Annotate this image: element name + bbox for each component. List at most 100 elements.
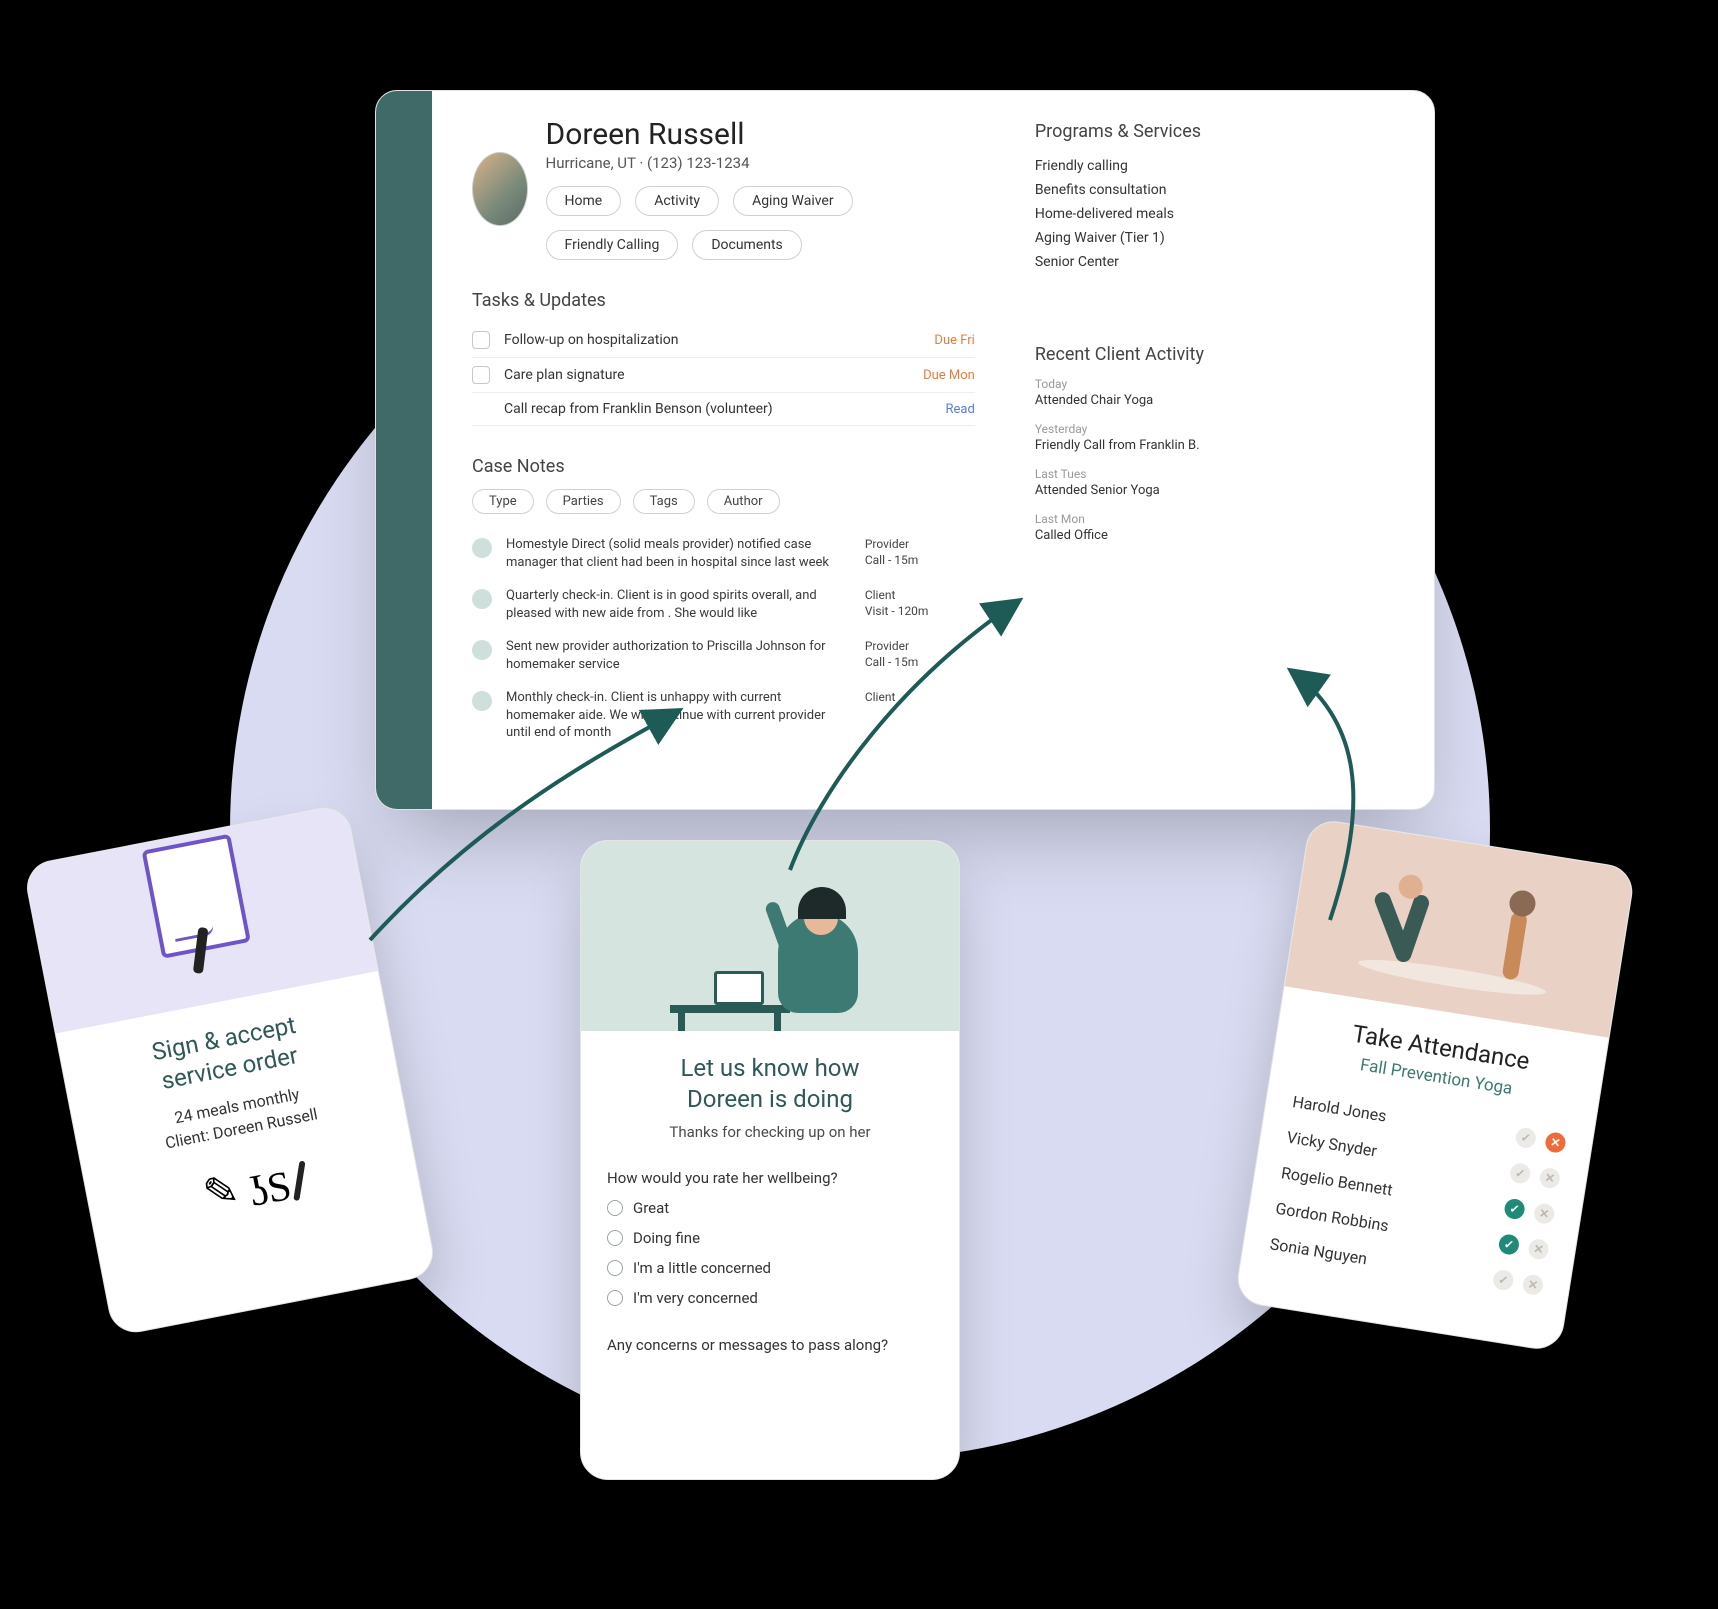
program-item[interactable]: Benefits consultation <box>1035 178 1394 202</box>
wellbeing-question: How would you rate her wellbeing? <box>607 1169 933 1187</box>
tab-documents[interactable]: Documents <box>692 230 801 260</box>
note-meta-duration: Call - 15m <box>865 654 975 670</box>
note-text: Monthly check-in. Client is unhappy with… <box>506 689 851 742</box>
note-text: Sent new provider authorization to Prisc… <box>506 638 851 673</box>
client-tabs: Home Activity Aging Waiver Friendly Call… <box>546 186 975 260</box>
program-item[interactable]: Home-delivered meals <box>1035 202 1394 226</box>
note-text: Homestyle Direct (solid meals provider) … <box>506 536 851 571</box>
option-doing-fine[interactable]: Doing fine <box>607 1229 933 1247</box>
note-meta-type: Client <box>865 689 975 705</box>
filter-tags[interactable]: Tags <box>633 489 695 514</box>
radio-icon[interactable] <box>607 1230 623 1246</box>
task-due: Due Mon <box>923 368 975 383</box>
wellbeing-feedback-card: Let us know how Doreen is doing Thanks f… <box>580 840 960 1480</box>
task-read-link[interactable]: Read <box>946 402 975 417</box>
recent-activity-item: Today Attended Chair Yoga <box>1035 377 1394 408</box>
tab-home[interactable]: Home <box>546 186 622 216</box>
attendee-name: Sonia Nguyen <box>1269 1234 1369 1268</box>
filter-author[interactable]: Author <box>707 489 780 514</box>
checkbox-icon[interactable] <box>472 331 490 349</box>
note-dot-icon <box>472 691 492 711</box>
option-label: Doing fine <box>633 1229 700 1247</box>
check-icon[interactable]: ✓ <box>1503 1198 1526 1221</box>
task-label: Care plan signature <box>504 367 909 383</box>
recent-when: Last Mon <box>1035 512 1394 526</box>
note-meta-type: Provider <box>865 536 975 552</box>
program-item[interactable]: Senior Center <box>1035 250 1394 274</box>
case-notes-heading: Case Notes <box>472 456 975 477</box>
client-avatar <box>472 152 528 226</box>
attendee-name: Vicky Snyder <box>1286 1127 1379 1160</box>
recent-what: Attended Chair Yoga <box>1035 393 1394 408</box>
client-name: Doreen Russell <box>546 117 975 152</box>
note-text: Quarterly check-in. Client is in good sp… <box>506 587 851 622</box>
check-icon[interactable]: ✓ <box>1514 1126 1537 1149</box>
client-dashboard: Doreen Russell Hurricane, UT · (123) 123… <box>375 90 1435 810</box>
feedback-subtitle: Thanks for checking up on her <box>607 1123 933 1141</box>
filter-type[interactable]: Type <box>472 489 534 514</box>
programs-list: Friendly calling Benefits consultation H… <box>1035 154 1394 274</box>
option-great[interactable]: Great <box>607 1199 933 1217</box>
recent-activity-item: Yesterday Friendly Call from Franklin B. <box>1035 422 1394 453</box>
feedback-hero-illustration <box>581 841 959 1031</box>
task-label: Follow-up on hospitalization <box>504 332 920 348</box>
client-location-phone: Hurricane, UT · (123) 123-1234 <box>546 154 975 172</box>
programs-heading: Programs & Services <box>1035 121 1394 142</box>
note-dot-icon <box>472 538 492 558</box>
note-meta-type: Provider <box>865 638 975 654</box>
x-icon[interactable]: ✕ <box>1527 1238 1550 1261</box>
recent-what: Called Office <box>1035 528 1394 543</box>
task-row[interactable]: Call recap from Franklin Benson (volunte… <box>472 393 975 426</box>
case-note-row[interactable]: Monthly check-in. Client is unhappy with… <box>472 681 975 750</box>
recent-what: Friendly Call from Franklin B. <box>1035 438 1394 453</box>
sidebar-strip <box>376 91 432 809</box>
check-icon[interactable]: ✓ <box>1509 1162 1532 1185</box>
case-note-row[interactable]: Homestyle Direct (solid meals provider) … <box>472 528 975 579</box>
radio-icon[interactable] <box>607 1200 623 1216</box>
task-label: Call recap from Franklin Benson (volunte… <box>504 401 932 417</box>
concerns-question: Any concerns or messages to pass along? <box>607 1335 933 1356</box>
recent-activity-heading: Recent Client Activity <box>1035 344 1394 365</box>
option-label: I'm very concerned <box>633 1289 758 1307</box>
x-icon[interactable]: ✕ <box>1533 1202 1556 1225</box>
feedback-title-line2: Doreen is doing <box>687 1085 853 1113</box>
tab-friendly-calling[interactable]: Friendly Calling <box>546 230 679 260</box>
recent-activity-item: Last Mon Called Office <box>1035 512 1394 543</box>
case-note-row[interactable]: Quarterly check-in. Client is in good sp… <box>472 579 975 630</box>
task-due: Due Fri <box>934 333 974 348</box>
note-dot-icon <box>472 640 492 660</box>
recent-activity-item: Last Tues Attended Senior Yoga <box>1035 467 1394 498</box>
check-icon[interactable]: ✓ <box>1492 1269 1515 1292</box>
task-row[interactable]: Care plan signature Due Mon <box>472 358 975 393</box>
recent-when: Yesterday <box>1035 422 1394 436</box>
note-meta-duration: Visit - 120m <box>865 603 975 619</box>
tab-activity[interactable]: Activity <box>635 186 719 216</box>
note-meta-duration: Call - 15m <box>865 552 975 568</box>
x-icon[interactable]: ✕ <box>1522 1273 1545 1296</box>
note-filters: Type Parties Tags Author <box>472 489 975 514</box>
case-note-row[interactable]: Sent new provider authorization to Prisc… <box>472 630 975 681</box>
filter-parties[interactable]: Parties <box>546 489 621 514</box>
note-dot-icon <box>472 589 492 609</box>
radio-icon[interactable] <box>607 1290 623 1306</box>
x-icon[interactable]: ✕ <box>1544 1131 1567 1154</box>
checkbox-icon[interactable] <box>472 366 490 384</box>
check-icon[interactable]: ✓ <box>1498 1233 1521 1256</box>
tab-aging-waiver[interactable]: Aging Waiver <box>733 186 853 216</box>
program-item[interactable]: Friendly calling <box>1035 154 1394 178</box>
option-label: Great <box>633 1199 669 1217</box>
attendee-name: Harold Jones <box>1291 1092 1388 1126</box>
recent-what: Attended Senior Yoga <box>1035 483 1394 498</box>
note-meta-type: Client <box>865 587 975 603</box>
option-label: I'm a little concerned <box>633 1259 771 1277</box>
recent-when: Today <box>1035 377 1394 391</box>
option-very-concerned[interactable]: I'm very concerned <box>607 1289 933 1307</box>
option-little-concerned[interactable]: I'm a little concerned <box>607 1259 933 1277</box>
x-icon[interactable]: ✕ <box>1538 1167 1561 1190</box>
radio-icon[interactable] <box>607 1260 623 1276</box>
tasks-heading: Tasks & Updates <box>472 290 975 311</box>
recent-when: Last Tues <box>1035 467 1394 481</box>
task-row[interactable]: Follow-up on hospitalization Due Fri <box>472 323 975 358</box>
program-item[interactable]: Aging Waiver (Tier 1) <box>1035 226 1394 250</box>
feedback-title-line1: Let us know how <box>680 1054 859 1082</box>
